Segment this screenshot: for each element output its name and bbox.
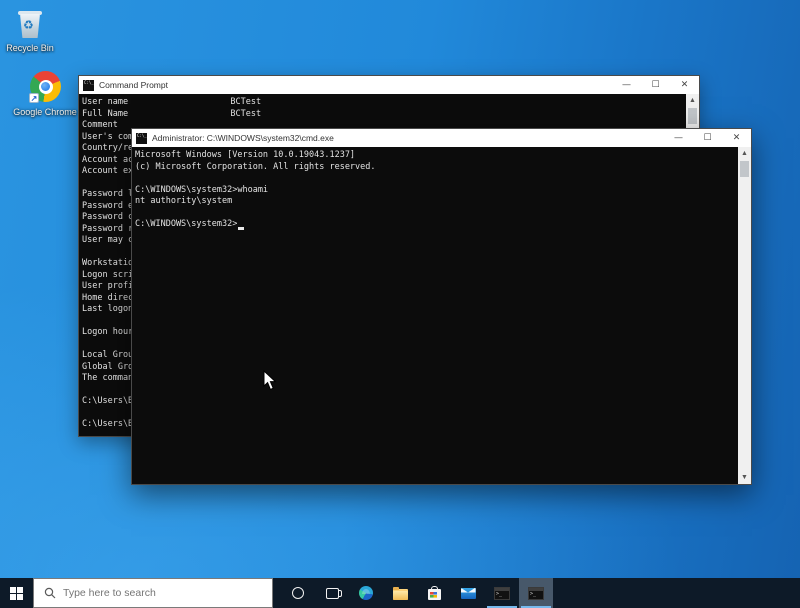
window-title: Command Prompt (99, 80, 612, 90)
search-icon (44, 587, 56, 599)
window-titlebar[interactable]: Command Prompt — ☐ ✕ (79, 76, 699, 94)
search-input[interactable] (63, 587, 243, 599)
maximize-button[interactable]: ☐ (693, 129, 722, 147)
file-explorer-button[interactable] (383, 578, 417, 608)
text-cursor (238, 227, 244, 230)
close-button[interactable]: ✕ (670, 76, 699, 94)
taskbar (0, 578, 800, 608)
window-titlebar[interactable]: Administrator: C:\WINDOWS\system32\cmd.e… (132, 129, 751, 147)
maximize-button[interactable]: ☐ (641, 76, 670, 94)
desktop-icon-label: Google Chrome (13, 107, 77, 117)
windows-logo-icon (10, 587, 23, 600)
cmd-window-icon (494, 587, 510, 600)
window-title: Administrator: C:\WINDOWS\system32\cmd.e… (152, 133, 664, 143)
mail-icon (461, 588, 476, 599)
mail-button[interactable] (451, 578, 485, 608)
file-explorer-icon (393, 589, 408, 600)
cortana-icon (292, 587, 304, 599)
microsoft-store-icon (428, 589, 441, 600)
chrome-icon: ↗ (28, 70, 62, 104)
edge-icon (359, 586, 373, 600)
scroll-up-icon[interactable]: ▲ (686, 94, 699, 107)
admin-command-prompt-window[interactable]: Administrator: C:\WINDOWS\system32\cmd.e… (131, 128, 752, 485)
taskbar-cmd-window-1[interactable] (485, 578, 519, 608)
task-view-icon (326, 588, 339, 599)
desktop: ♻ Recycle Bin ↗ Google Chrome Command Pr… (0, 0, 800, 608)
scroll-up-icon[interactable]: ▲ (738, 147, 751, 160)
scrollbar-thumb[interactable] (740, 161, 749, 177)
microsoft-store-button[interactable] (417, 578, 451, 608)
close-button[interactable]: ✕ (722, 129, 751, 147)
mouse-pointer (263, 370, 277, 391)
shortcut-arrow-icon: ↗ (29, 93, 39, 103)
desktop-icon-recycle-bin[interactable]: ♻ Recycle Bin (0, 6, 62, 53)
desktop-icon-label: Recycle Bin (0, 43, 62, 53)
scrollbar[interactable]: ▲ ▼ (738, 147, 751, 484)
cmd-window-icon (528, 587, 544, 600)
recycle-bin-icon: ♻ (13, 6, 47, 40)
console-output[interactable]: Microsoft Windows [Version 10.0.19043.12… (132, 147, 738, 484)
taskbar-search[interactable] (33, 578, 273, 608)
edge-button[interactable] (349, 578, 383, 608)
cmd-app-icon (136, 133, 147, 144)
scrollbar-thumb[interactable] (688, 108, 697, 124)
scroll-down-icon[interactable]: ▼ (738, 471, 751, 484)
minimize-button[interactable]: — (612, 76, 641, 94)
console-text: Microsoft Windows [Version 10.0.19043.12… (132, 147, 738, 231)
task-view-button[interactable] (315, 578, 349, 608)
desktop-icon-google-chrome[interactable]: ↗ Google Chrome (13, 70, 77, 117)
cmd-app-icon (83, 80, 94, 91)
start-button[interactable] (0, 578, 33, 608)
taskbar-cmd-window-2[interactable] (519, 578, 553, 608)
cortana-button[interactable] (281, 578, 315, 608)
minimize-button[interactable]: — (664, 129, 693, 147)
